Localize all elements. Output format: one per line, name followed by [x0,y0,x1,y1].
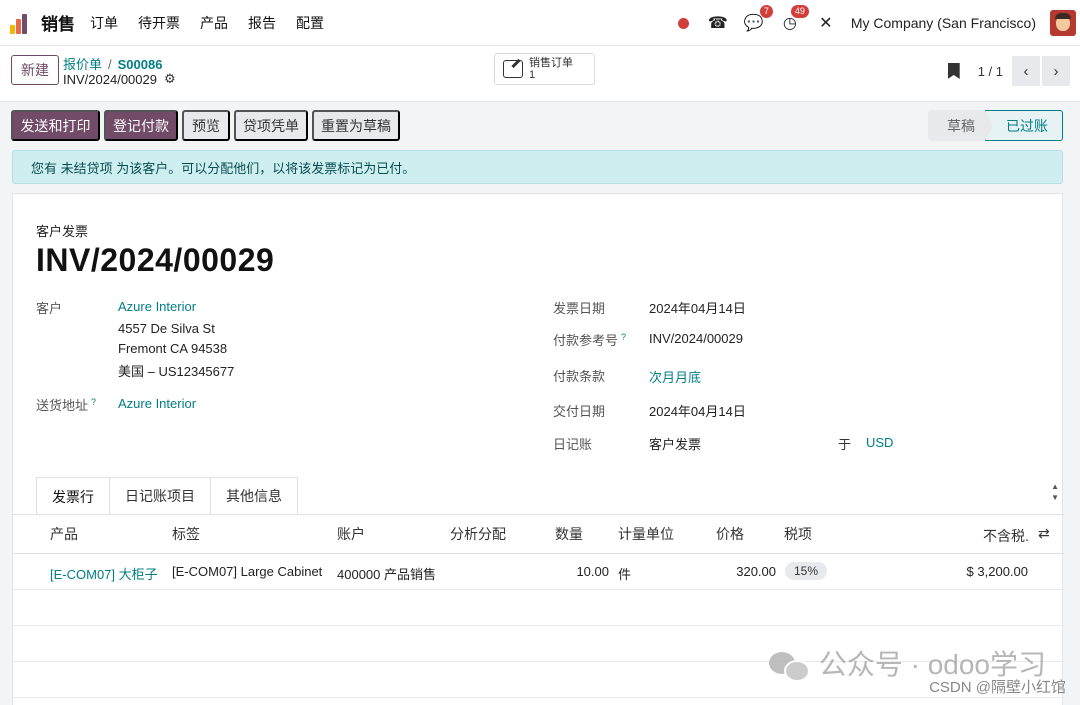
top-navbar: 销售 订单 待开票 产品 报告 配置 ☎ 💬 7 ◷ 49 ✕ My Company… [0,0,1080,46]
invoice-date-field[interactable]: 2024年04月14日 [649,298,746,317]
outstanding-credits-alert: 您有 未结贷项 为该客户。可以分配他们，以将该发票标记为已付。 [12,150,1063,184]
help-tooltip-icon[interactable]: ? [621,332,626,342]
line-quantity[interactable]: 10.00 [555,564,609,579]
record-name: INV/2024/00029 [63,71,157,87]
systray: ☎ 💬 7 ◷ 49 ✕ My Company (San Francisco) [677,0,1080,46]
line-account[interactable]: 400000 产品销售 [337,564,436,583]
menu-item-reporting[interactable]: 报告 [248,13,276,33]
credit-note-button[interactable]: 贷项凭单 [234,110,308,141]
payment-reference-label: 付款参考号? [553,331,627,348]
user-avatar[interactable] [1050,10,1076,36]
table-row[interactable]: [E-COM07] 大柜子 [E-COM07] Large Cabinet 40… [13,553,1064,590]
breadcrumb-quotations[interactable]: 报价单 [63,57,102,72]
tools-icon[interactable]: ✕ [815,12,837,34]
app-logo-icon[interactable] [10,12,32,34]
tab-journal-items[interactable]: 日记账项目 [109,477,211,515]
status-draft[interactable]: 草稿 [928,110,993,141]
record-title: INV/2024/00029 ⚙ [63,71,176,87]
menu-item-products[interactable]: 产品 [200,13,228,33]
col-analytic[interactable]: 分析分配 [450,515,555,554]
document-type: 客户发票 [36,224,89,239]
pager-value[interactable]: 1 / 1 [978,64,1003,79]
notebook-tabs: 发票行 日记账项目 其他信息 [36,477,298,515]
journal-label: 日记账 [553,437,593,452]
empty-row[interactable] [13,590,1064,626]
delivery-address-field[interactable]: Azure Interior [118,396,196,411]
address-line-1: 4557 De Silva St [118,321,215,336]
journal-field[interactable]: 客户发票 [649,434,701,453]
gear-icon[interactable]: ⚙ [164,71,176,87]
app-name[interactable]: 销售 [41,10,75,35]
chat-badge: 7 [759,5,773,18]
invoice-date-label: 发票日期 [553,301,606,316]
main-menu: 订单 待开票 产品 报告 配置 [90,13,344,33]
in-currency-label: 于 [838,437,852,452]
address-line-2: Fremont CA 94538 [118,341,228,356]
csdn-watermark: CSDN @隔壁小红馆 [929,679,1066,696]
line-subtotal: $ 3,200.00 [966,564,1028,579]
smart-button-count: 1 [529,69,536,81]
pager: 1 / 1 ‹ › [947,56,1070,86]
col-uom[interactable]: 计量单位 [608,515,716,554]
invoice-number: INV/2024/00029 [36,242,275,278]
new-button[interactable]: 新建 [11,55,59,85]
smart-button-label: 销售订单 [529,57,573,69]
line-tax-badge[interactable]: 15% [785,562,828,580]
activity-badge: 49 [790,5,809,18]
col-product[interactable]: 产品 [50,515,172,554]
menu-item-orders[interactable]: 订单 [90,13,118,33]
bookmark-icon[interactable] [947,63,960,79]
scroll-arrows-icon[interactable]: ▲ ▼ [1051,481,1059,503]
status-bar: 草稿 已过账 [928,110,1063,141]
currency-field[interactable]: USD [866,435,893,450]
col-subtotal-header[interactable]: 不含税. [983,526,1029,546]
menu-item-to-invoice[interactable]: 待开票 [138,13,180,33]
line-price[interactable]: 320.00 [713,564,776,579]
col-account[interactable]: 账户 [337,515,450,554]
col-quantity[interactable]: 数量 [555,515,608,554]
menu-item-configuration[interactable]: 配置 [296,13,324,33]
payment-terms-label: 付款条款 [553,369,606,384]
breadcrumb-separator: / [108,57,112,72]
line-label[interactable]: [E-COM07] Large Cabinet [172,564,322,579]
sales-order-smart-button[interactable]: 销售订单 1 [494,53,595,85]
payment-terms-field[interactable]: 次月月底 [649,367,701,386]
company-switcher[interactable]: My Company (San Francisco) [851,15,1036,31]
line-product[interactable]: [E-COM07] 大柜子 [50,564,158,583]
help-tooltip-icon[interactable]: ? [91,397,96,407]
tab-invoice-lines[interactable]: 发票行 [36,477,110,515]
phone-icon[interactable]: ☎ [707,12,729,34]
reset-to-draft-button[interactable]: 重置为草稿 [312,110,400,141]
customer-label: 客户 [36,301,63,316]
activity-clock-icon[interactable]: ◷ 49 [779,5,809,34]
table-header-row: 产品 标签 账户 分析分配 数量 计量单位 价格 税项 不含税. [13,515,1064,554]
invoice-lines-table: 产品 标签 账户 分析分配 数量 计量单位 价格 税项 不含税. [13,515,1064,554]
delivery-address-label: 送货地址? [36,396,97,413]
chat-icon[interactable]: 💬 7 [743,5,773,34]
due-date-label: 交付日期 [553,404,606,419]
breadcrumb-order[interactable]: S00086 [118,57,163,72]
send-print-button[interactable]: 发送和打印 [11,110,100,141]
register-payment-button[interactable]: 登记付款 [104,110,178,141]
due-date-field[interactable]: 2024年04月14日 [649,401,746,420]
col-price[interactable]: 价格 [716,515,774,554]
optional-columns-icon[interactable]: ⇄ [1038,525,1050,542]
tab-other-info[interactable]: 其他信息 [210,477,298,515]
preview-button[interactable]: 预览 [182,110,230,141]
status-posted[interactable]: 已过账 [985,110,1063,141]
invoice-form-sheet: 客户发票 INV/2024/00029 客户 Azure Interior 45… [12,193,1064,705]
edit-icon [503,60,523,78]
line-uom[interactable]: 件 [618,564,631,583]
address-line-3: 美国 – US12345677 [118,364,235,379]
col-label[interactable]: 标签 [172,515,337,554]
wechat-icon [768,648,810,682]
col-taxes[interactable]: 税项 [774,515,1009,554]
pager-next-button[interactable]: › [1042,56,1070,86]
payment-reference-field[interactable]: INV/2024/00029 [649,331,743,346]
record-indicator-icon[interactable] [677,17,689,29]
control-panel: 新建 报价单 / S00086 INV/2024/00029 ⚙ 销售订单 1 1 … [0,46,1080,102]
customer-field[interactable]: Azure Interior [118,299,196,314]
pager-previous-button[interactable]: ‹ [1012,56,1040,86]
